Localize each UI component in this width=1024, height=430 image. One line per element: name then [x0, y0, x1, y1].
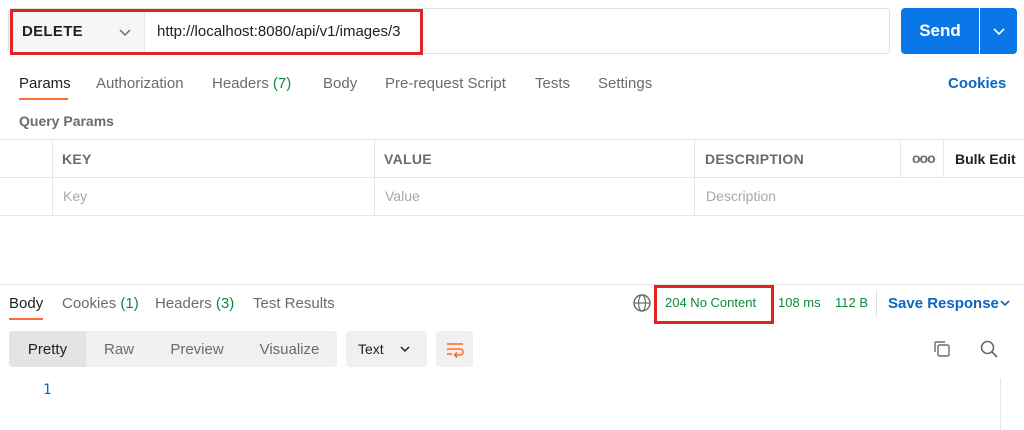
view-pretty-button[interactable]: Pretty	[9, 331, 86, 367]
column-header-description: DESCRIPTION	[705, 151, 804, 167]
query-params-title: Query Params	[19, 113, 114, 129]
response-size[interactable]: 112 B	[835, 295, 868, 310]
param-description-input[interactable]: Description	[706, 188, 776, 204]
response-time[interactable]: 108 ms	[778, 295, 821, 310]
wrap-lines-button[interactable]	[436, 331, 473, 367]
format-label: Text	[358, 341, 384, 357]
table-col-divider	[694, 139, 695, 216]
tab-body[interactable]: Body	[323, 75, 357, 92]
table-col-divider	[900, 139, 901, 178]
table-border-top	[0, 139, 1024, 140]
response-tab-cookies[interactable]: Cookies (1)	[62, 295, 139, 312]
chevron-down-icon	[400, 346, 410, 353]
response-tab-test-results[interactable]: Test Results	[253, 295, 335, 312]
response-tab-body[interactable]: Body	[9, 295, 43, 312]
active-response-tab-indicator	[9, 318, 43, 320]
table-col-divider	[943, 139, 944, 178]
chevron-down-icon	[992, 28, 1005, 36]
chevron-down-icon	[1000, 300, 1010, 307]
highlight-box-status	[654, 285, 774, 324]
table-col-divider	[374, 139, 375, 216]
more-options-icon[interactable]: ooo	[912, 150, 936, 166]
save-response-button[interactable]: Save Response	[888, 295, 999, 312]
view-preview-button[interactable]: Preview	[152, 331, 242, 367]
table-border-bottom	[0, 215, 1024, 216]
search-icon[interactable]	[979, 339, 999, 359]
response-tab-cookies-count: (1)	[120, 295, 139, 312]
send-button[interactable]: Send	[901, 8, 979, 54]
param-value-input[interactable]: Value	[385, 188, 420, 204]
send-options-button[interactable]	[980, 8, 1017, 54]
response-tab-headers-count: (3)	[215, 295, 235, 312]
tab-authorization[interactable]: Authorization	[96, 75, 184, 92]
column-header-key: KEY	[62, 151, 92, 167]
highlight-box-request	[10, 9, 423, 55]
separator	[876, 290, 877, 316]
view-visualize-button[interactable]: Visualize	[242, 331, 337, 367]
tab-headers-label: Headers	[212, 75, 269, 92]
response-tab-headers[interactable]: Headers (3)	[155, 295, 234, 312]
tab-headers-count: (7)	[272, 75, 292, 92]
table-col-divider	[52, 139, 53, 216]
cookies-link[interactable]: Cookies	[948, 75, 1006, 92]
column-header-value: VALUE	[384, 151, 432, 167]
response-tab-headers-label: Headers	[155, 295, 212, 312]
tab-pre-request-script[interactable]: Pre-request Script	[385, 75, 506, 92]
bulk-edit-button[interactable]: Bulk Edit	[955, 151, 1016, 167]
view-raw-button[interactable]: Raw	[86, 331, 152, 367]
copy-icon[interactable]	[932, 339, 952, 359]
wrap-lines-icon	[446, 343, 464, 359]
line-number: 1	[43, 382, 52, 398]
tab-settings[interactable]: Settings	[598, 75, 652, 92]
scrollbar[interactable]	[1000, 378, 1001, 430]
active-tab-indicator	[19, 98, 68, 100]
param-key-input[interactable]: Key	[63, 188, 87, 204]
globe-icon[interactable]	[632, 293, 652, 313]
response-divider	[0, 284, 1024, 285]
response-tab-cookies-label: Cookies	[62, 295, 117, 312]
table-border-header	[0, 177, 1024, 178]
tab-tests[interactable]: Tests	[535, 75, 570, 92]
tab-headers[interactable]: Headers (7)	[212, 75, 291, 92]
tab-params[interactable]: Params	[19, 75, 71, 92]
